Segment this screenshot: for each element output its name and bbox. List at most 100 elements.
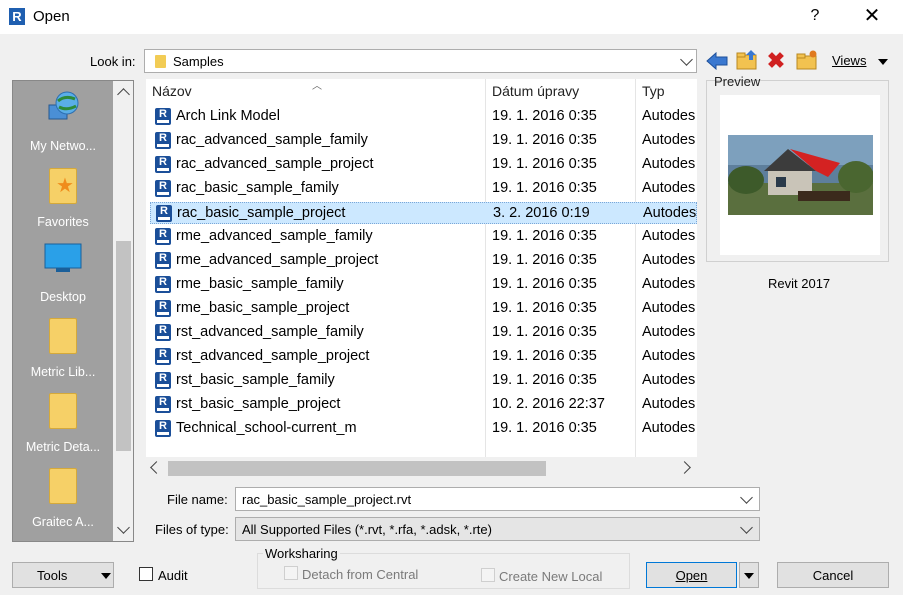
detach-from-central-checkbox[interactable] xyxy=(284,566,298,580)
folder-icon xyxy=(49,393,77,429)
file-row[interactable]: R rst_advanced_sample_project 19. 1. 201… xyxy=(150,346,697,368)
dialog-title: Open xyxy=(33,8,70,25)
back-arrow-icon[interactable] xyxy=(706,52,728,70)
chevron-up-icon[interactable] xyxy=(117,88,130,101)
views-menu-button[interactable]: Views xyxy=(830,53,890,71)
file-name: rac_basic_sample_family xyxy=(176,180,339,196)
chevron-down-icon[interactable] xyxy=(117,521,130,534)
file-name: Arch Link Model xyxy=(176,108,280,124)
file-row[interactable]: R rac_advanced_sample_project 19. 1. 201… xyxy=(150,154,697,176)
places-scroll-thumb[interactable] xyxy=(116,241,131,451)
rvt-file-icon: R xyxy=(155,276,171,293)
look-in-combo[interactable]: Samples xyxy=(144,49,697,73)
file-row[interactable]: R rst_basic_sample_family 19. 1. 2016 0:… xyxy=(150,370,697,392)
file-date: 19. 1. 2016 0:35 xyxy=(492,252,597,268)
horizontal-scroll-thumb[interactable] xyxy=(168,461,546,476)
file-name: rac_basic_sample_project xyxy=(177,205,346,221)
rvt-file-icon: R xyxy=(155,324,171,341)
file-date: 19. 1. 2016 0:35 xyxy=(492,348,597,364)
cancel-button[interactable]: Cancel xyxy=(777,562,889,588)
file-type: Autodes xyxy=(642,372,696,388)
file-row[interactable]: R rst_advanced_sample_family 19. 1. 2016… xyxy=(150,322,697,344)
file-row[interactable]: R rme_basic_sample_family 19. 1. 2016 0:… xyxy=(150,274,697,296)
file-row[interactable]: R rac_advanced_sample_family 19. 1. 2016… xyxy=(150,130,697,152)
place-label: Desktop xyxy=(40,290,86,304)
column-header-date[interactable]: Dátum úpravy xyxy=(492,83,579,99)
files-of-type-select[interactable]: All Supported Files (*.rvt, *.rfa, *.ads… xyxy=(235,517,760,541)
horizontal-scrollbar[interactable] xyxy=(146,457,697,479)
column-header-type[interactable]: Typ xyxy=(642,83,665,99)
place-label: Metric Lib... xyxy=(30,365,96,379)
help-button[interactable]: ? xyxy=(800,2,830,30)
open-button[interactable]: Open xyxy=(646,562,737,588)
place-label: My Netwo... xyxy=(30,139,96,153)
file-row[interactable]: R rme_advanced_sample_family 19. 1. 2016… xyxy=(150,226,697,248)
chevron-right-icon[interactable] xyxy=(678,461,691,474)
file-name: rme_basic_sample_project xyxy=(176,300,350,316)
file-name-input[interactable]: rac_basic_sample_project.rvt xyxy=(235,487,760,511)
place-graitec[interactable]: Graitec A... xyxy=(13,458,113,530)
chevron-down-icon[interactable] xyxy=(740,491,753,504)
file-type: Autodes xyxy=(642,228,696,244)
desktop-monitor-icon xyxy=(44,243,82,272)
preview-label: Preview xyxy=(714,74,761,89)
place-favorites[interactable]: ★ Favorites xyxy=(13,158,113,230)
folder-icon xyxy=(49,468,77,504)
file-type: Autodes xyxy=(642,252,696,268)
file-row-selected[interactable]: R rac_basic_sample_project 3. 2. 2016 0:… xyxy=(150,202,697,224)
chevron-down-icon[interactable] xyxy=(740,521,753,534)
file-row[interactable]: R Arch Link Model 19. 1. 2016 0:35 Autod… xyxy=(150,106,697,128)
file-date: 19. 1. 2016 0:35 xyxy=(492,420,597,436)
file-row[interactable]: R rme_basic_sample_project 19. 1. 2016 0… xyxy=(150,298,697,320)
open-dropdown-button[interactable] xyxy=(739,562,759,588)
preview-image xyxy=(720,95,880,255)
place-desktop[interactable]: Desktop xyxy=(13,233,113,305)
file-name: Technical_school-current_m xyxy=(176,420,357,436)
file-type: Autodes xyxy=(642,108,696,124)
tools-button[interactable]: Tools xyxy=(12,562,114,588)
sort-ascending-icon: ︿ xyxy=(312,81,322,92)
file-name: rst_advanced_sample_project xyxy=(176,348,370,364)
close-button[interactable]: ✕ xyxy=(856,2,888,30)
new-folder-icon[interactable] xyxy=(796,50,818,70)
file-row[interactable]: R rst_basic_sample_project 10. 2. 2016 2… xyxy=(150,394,697,416)
create-new-local-checkbox[interactable] xyxy=(481,568,495,582)
file-row[interactable]: R rme_advanced_sample_project 19. 1. 201… xyxy=(150,250,697,272)
file-date: 10. 2. 2016 22:37 xyxy=(492,396,605,412)
files-of-type-value: All Supported Files (*.rvt, *.rfa, *.ads… xyxy=(242,522,492,537)
column-header-name[interactable]: Názov xyxy=(152,83,192,99)
file-list: Názov ︿ Dátum úpravy Typ R Arch Link Mod… xyxy=(146,79,697,457)
rvt-file-icon: R xyxy=(155,372,171,389)
create-new-local-label: Create New Local xyxy=(499,569,603,584)
file-name: rme_advanced_sample_family xyxy=(176,228,373,244)
tools-label: Tools xyxy=(37,568,68,583)
rvt-file-icon: R xyxy=(155,396,171,413)
place-metric-detail[interactable]: Metric Deta... xyxy=(13,383,113,455)
place-label: Favorites xyxy=(37,215,89,229)
rvt-file-icon: R xyxy=(155,156,171,173)
file-name: rst_basic_sample_project xyxy=(176,396,341,412)
rvt-file-icon: R xyxy=(155,108,171,125)
file-date: 19. 1. 2016 0:35 xyxy=(492,156,597,172)
files-of-type-label: Files of type: xyxy=(155,522,229,537)
audit-checkbox[interactable] xyxy=(139,567,153,581)
file-date: 19. 1. 2016 0:35 xyxy=(492,276,597,292)
file-type: Autodes xyxy=(642,324,696,340)
file-date: 19. 1. 2016 0:35 xyxy=(492,372,597,388)
file-date: 19. 1. 2016 0:35 xyxy=(492,300,597,316)
chevron-left-icon[interactable] xyxy=(150,461,163,474)
file-type: Autodes xyxy=(642,132,696,148)
place-metric-library[interactable]: Metric Lib... xyxy=(13,308,113,380)
up-one-level-icon[interactable] xyxy=(736,50,758,70)
file-name: rme_basic_sample_family xyxy=(176,276,344,292)
rvt-file-icon: R xyxy=(155,252,171,269)
place-my-network[interactable]: My Netwo... xyxy=(13,83,113,155)
dropdown-arrow-icon xyxy=(878,59,888,65)
file-row[interactable]: R Technical_school-current_m 19. 1. 2016… xyxy=(150,418,697,440)
file-name-value: rac_basic_sample_project.rvt xyxy=(242,492,412,507)
file-row[interactable]: R rac_basic_sample_family 19. 1. 2016 0:… xyxy=(150,178,697,200)
file-type: Autodes xyxy=(642,180,696,196)
preview-group xyxy=(706,80,889,262)
dropdown-arrow-icon xyxy=(101,573,111,579)
delete-icon[interactable]: ✖ xyxy=(766,50,786,72)
